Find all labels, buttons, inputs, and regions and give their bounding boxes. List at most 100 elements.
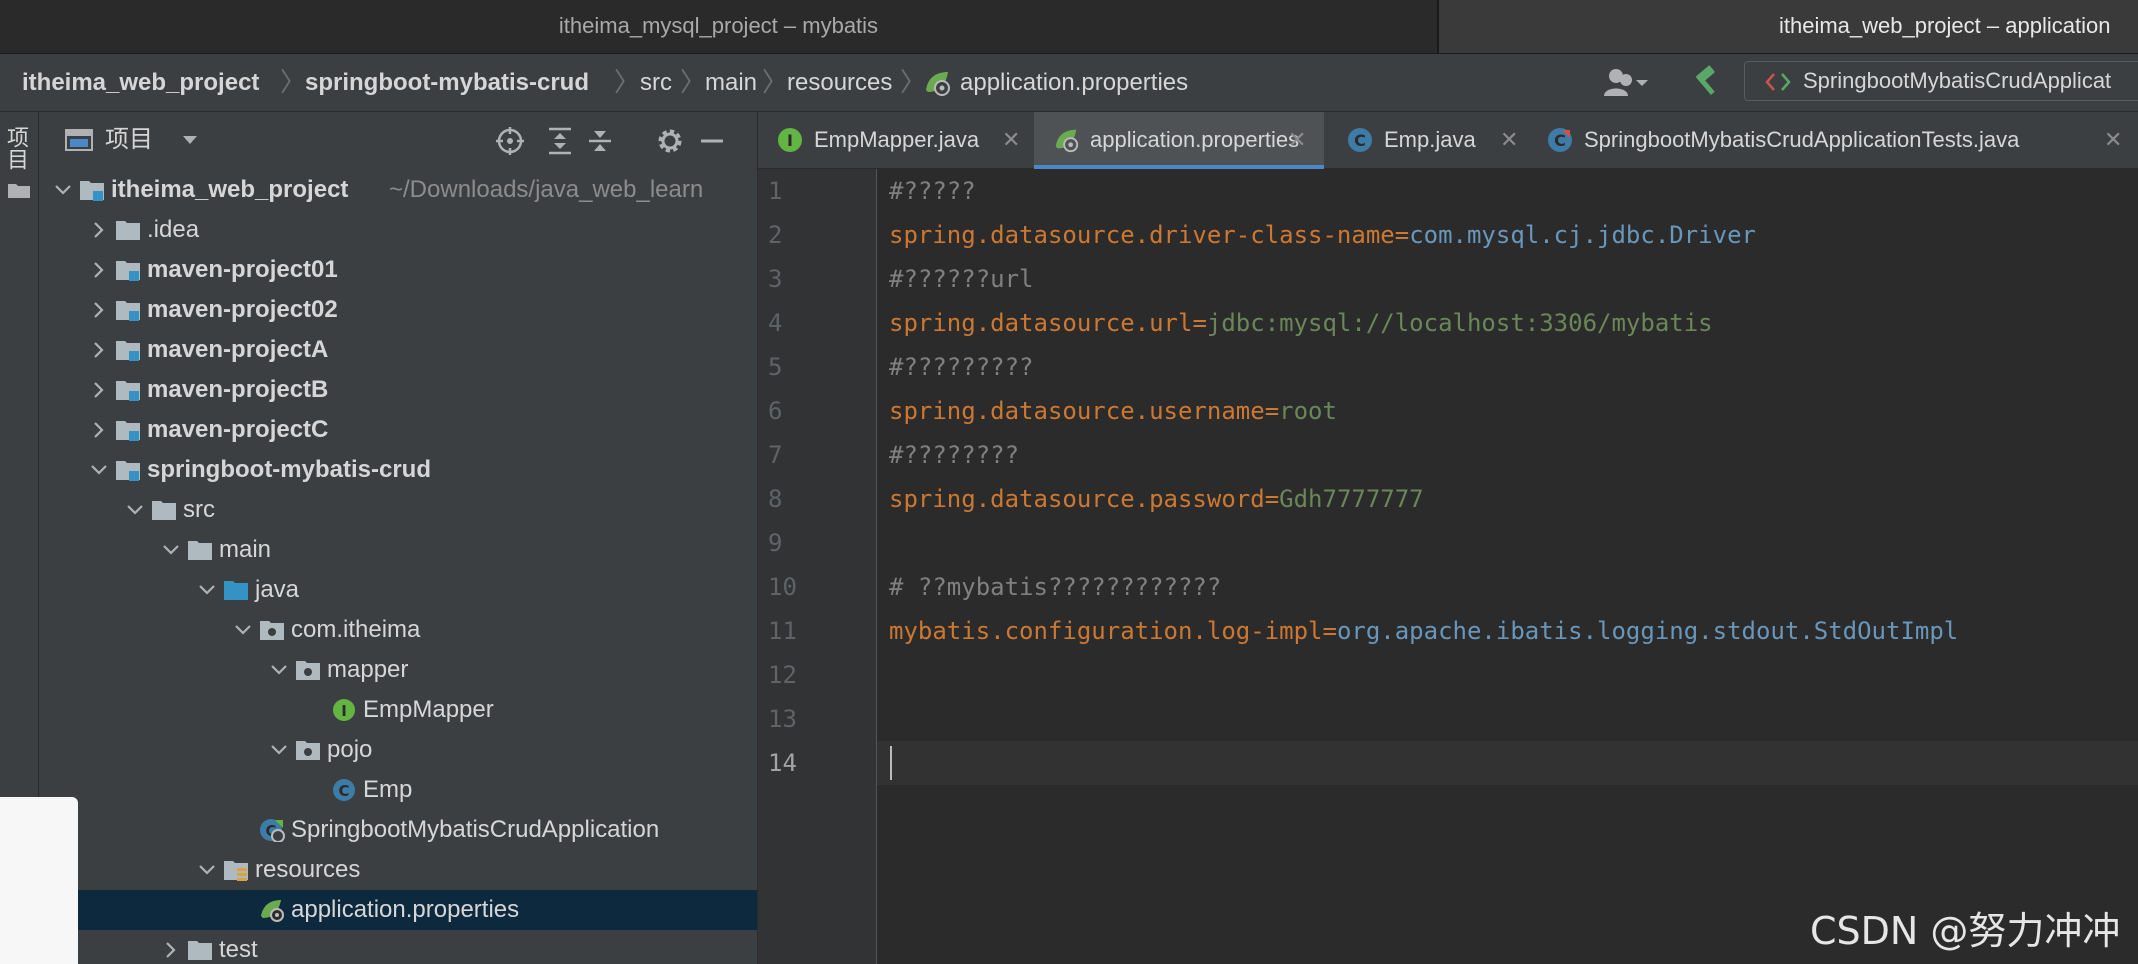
chevron-down-icon[interactable] (269, 660, 289, 680)
chevron-down-icon[interactable] (181, 134, 199, 146)
code-line: spring.datasource.username=root (889, 397, 1337, 425)
close-icon[interactable]: ✕ (2104, 112, 2122, 168)
tree-item-empmapper[interactable]: I EmpMapper (39, 690, 757, 730)
property-value: jdbc:mysql://localhost:3306/mybatis (1206, 309, 1713, 337)
property-value: Gdh7777777 (1279, 485, 1424, 513)
tree-item-springbootmybatiscrudapplication[interactable]: C SpringbootMybatisCrudApplication (39, 810, 757, 850)
tab-application-properties[interactable]: application.properties ✕ (1034, 112, 1324, 169)
tree-item-label: EmpMapper (363, 696, 494, 723)
chevron-right-icon[interactable] (89, 380, 109, 400)
window-tab-web-project[interactable]: itheima_web_project – application (1439, 0, 2138, 53)
chevron-down-icon[interactable] (53, 180, 73, 200)
tree-item-maven-project02[interactable]: maven-project02 (39, 290, 757, 330)
breadcrumb-module[interactable]: springboot-mybatis-crud (305, 54, 589, 111)
tree-item-maven-projectb[interactable]: maven-projectB (39, 370, 757, 410)
breadcrumb-separator: 〉 (680, 67, 707, 97)
line-number: 10 (768, 573, 797, 601)
tree-item-mapper[interactable]: mapper (39, 650, 757, 690)
tree-item-label: resources (255, 856, 361, 883)
chevron-down-icon[interactable] (89, 460, 109, 480)
close-icon[interactable]: ✕ (1002, 112, 1020, 168)
code-editor[interactable]: 1 2 3 4 5 6 7 8 9 10 11 12 13 14 #????? spring.datasou… (758, 169, 2138, 964)
chevron-right-icon[interactable] (89, 340, 109, 360)
tab-application-tests[interactable]: C SpringbootMybatisCrudApplicationTests.… (1528, 112, 2138, 168)
breadcrumb-separator: 〉 (280, 67, 307, 97)
breadcrumb-resources[interactable]: resources (787, 54, 892, 111)
chevron-down-icon[interactable] (197, 860, 217, 880)
user-account-icon[interactable] (1602, 66, 1652, 100)
tree-item-application-properties[interactable]: application.properties (39, 890, 757, 930)
tree-item-pojo[interactable]: pojo (39, 730, 757, 770)
chevron-right-icon[interactable] (89, 260, 109, 280)
code-comment: # ??mybatis???????????? (889, 573, 1222, 601)
project-panel-title[interactable]: 项目 (105, 112, 153, 168)
chevron-down-icon[interactable] (197, 580, 217, 600)
class-icon: C (1348, 128, 1372, 152)
window-tab-bar: itheima_mysql_project – mybatis itheima_… (0, 0, 2138, 54)
tree-item-test[interactable]: test (39, 930, 757, 964)
tree-item-emp[interactable]: C Emp (39, 770, 757, 810)
tree-item-resources[interactable]: resources (39, 850, 757, 890)
close-icon[interactable]: ✕ (1500, 112, 1518, 168)
tree-item-label: maven-projectC (147, 416, 329, 443)
package-icon (296, 661, 320, 680)
code-line: spring.datasource.url=jdbc:mysql://local… (889, 309, 1713, 337)
chevron-right-icon[interactable] (161, 940, 181, 960)
tab-empmapper[interactable]: I EmpMapper.java ✕ (758, 112, 1030, 168)
minimize-icon[interactable] (697, 126, 727, 156)
line-number: 7 (768, 441, 783, 469)
tree-item-maven-project01[interactable]: maven-project01 (39, 250, 757, 290)
tree-item-maven-projecta[interactable]: maven-projectA (39, 330, 757, 370)
property-value: root (1279, 397, 1337, 425)
tree-item-springboot-mybatis-crud[interactable]: springboot-mybatis-crud (39, 450, 757, 490)
locate-file-icon[interactable] (495, 126, 525, 156)
chevron-right-icon[interactable] (89, 420, 109, 440)
breadcrumb-src[interactable]: src (640, 54, 672, 111)
resources-folder-icon (224, 861, 248, 881)
code-line: #????????? (889, 353, 1034, 381)
code-line: spring.datasource.driver-class-name=com.… (889, 221, 1756, 249)
tree-item-itheima-web-project[interactable]: itheima_web_project ~/Downloads/java_web_… (39, 170, 757, 210)
chevron-right-icon[interactable] (89, 300, 109, 320)
build-hammer-icon[interactable] (1690, 64, 1724, 98)
breadcrumb-project[interactable]: itheima_web_project (22, 54, 259, 111)
folder-icon (152, 501, 176, 520)
tab-emp[interactable]: C Emp.java ✕ (1328, 112, 1526, 168)
tree-item-label: src (183, 496, 215, 523)
tree-item-main[interactable]: main (39, 530, 757, 570)
svg-text:C: C (1354, 131, 1366, 150)
chevron-down-icon[interactable] (233, 620, 253, 640)
close-icon[interactable]: ✕ (1288, 112, 1306, 168)
chevron-down-icon[interactable] (269, 740, 289, 760)
module-folder-icon (80, 181, 104, 201)
window-tab-mybatis[interactable]: itheima_mysql_project – mybatis (0, 0, 1439, 53)
breadcrumb-file[interactable]: application.properties (960, 54, 1188, 111)
breadcrumb-main[interactable]: main (705, 54, 757, 111)
tree-item-label: application.properties (291, 896, 520, 923)
collapse-all-icon[interactable] (585, 126, 615, 156)
tree-item-maven-projectc[interactable]: maven-projectC (39, 410, 757, 450)
expand-all-icon[interactable] (545, 126, 575, 156)
spring-test-class-icon: C (1548, 128, 1572, 152)
tree-item--idea[interactable]: .idea (39, 210, 757, 250)
code-line: # ??mybatis???????????? (889, 573, 1221, 601)
tree-item-com-itheima[interactable]: com.itheima (39, 610, 757, 650)
chevron-down-icon[interactable] (125, 500, 145, 520)
module-folder-icon (116, 381, 140, 401)
run-configuration-selector[interactable]: SpringbootMybatisCrudApplicat (1744, 61, 2138, 101)
interface-icon: I (778, 128, 802, 152)
project-view-icon (65, 129, 93, 151)
breadcrumb-separator: 〉 (614, 67, 641, 97)
gear-icon[interactable] (655, 126, 685, 156)
property-equals: = (1264, 485, 1280, 513)
project-tool-button[interactable]: 项目 (4, 126, 32, 170)
folder-icon[interactable] (8, 182, 30, 198)
spring-boot-class-icon: C (260, 819, 285, 842)
chevron-right-icon[interactable] (89, 220, 109, 240)
code-line: #??????url (889, 265, 1034, 293)
spring-properties-icon (926, 72, 950, 96)
tree-item-src[interactable]: src (39, 490, 757, 530)
tree-item-java[interactable]: java (39, 570, 757, 610)
chevron-down-icon[interactable] (161, 540, 181, 560)
navigation-bar: itheima_web_project 〉 springboot-mybatis… (0, 54, 2138, 112)
